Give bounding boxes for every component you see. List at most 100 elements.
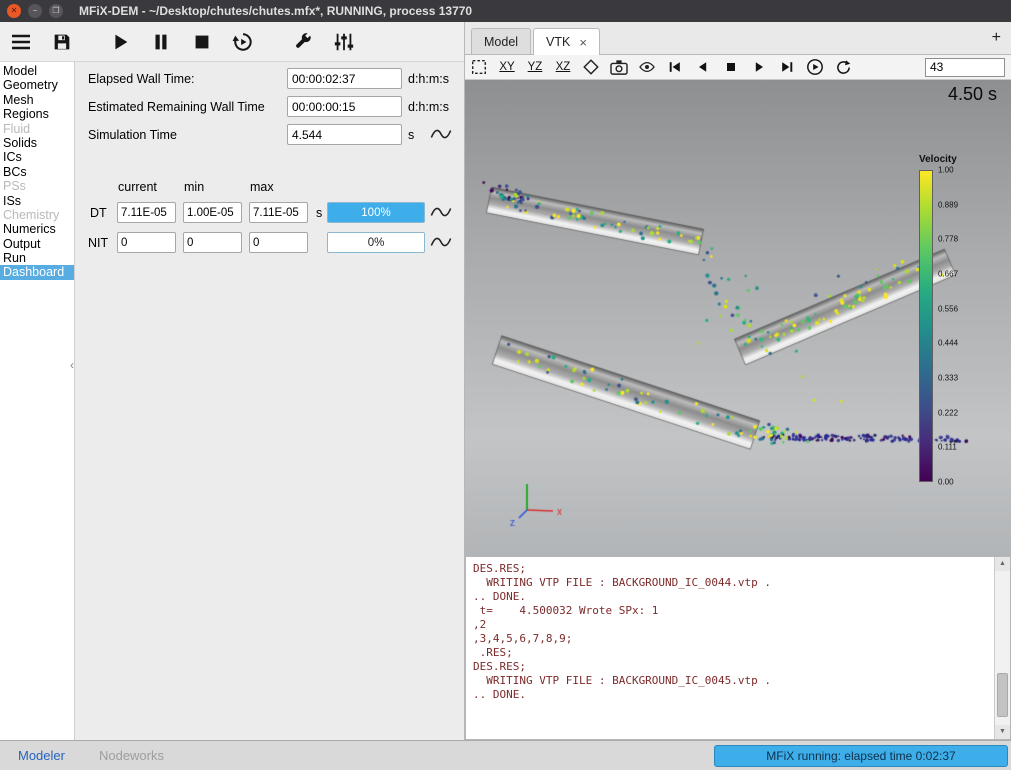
add-tab-button[interactable]: + <box>992 29 1001 47</box>
dt-row-label: DT <box>90 206 107 220</box>
parameters-button[interactable] <box>328 26 360 58</box>
refresh-button[interactable] <box>833 57 853 77</box>
sidebar-item-dashboard[interactable]: Dashboard <box>0 265 74 279</box>
elapsed-wall-time-input[interactable] <box>287 68 402 89</box>
scrollbar-thumb[interactable] <box>997 673 1008 717</box>
tab-model[interactable]: Model <box>471 28 531 54</box>
simulation-time-input[interactable] <box>287 124 402 145</box>
console-output-text: DES.RES; WRITING VTP FILE : BACKGROUND_I… <box>473 562 992 737</box>
plane-yz-button[interactable]: YZ <box>525 57 545 77</box>
settings-button[interactable] <box>287 26 319 58</box>
play-button[interactable] <box>805 57 825 77</box>
plot-icon <box>429 127 453 141</box>
sidebar-item-mesh[interactable]: Mesh <box>0 93 74 107</box>
fit-view-button[interactable] <box>469 57 489 77</box>
right-panel-tabbar: Model VTK × + <box>465 22 1011 55</box>
sidebar-item-geometry[interactable]: Geometry <box>0 78 74 92</box>
run-button[interactable] <box>104 26 136 58</box>
colorbar-gradient <box>919 170 933 482</box>
main-toolbar <box>0 22 464 62</box>
elapsed-wall-time-label: Elapsed Wall Time: <box>88 72 195 86</box>
colorbar-tick-label: 0.556 <box>938 304 958 313</box>
plane-xy-button[interactable]: XY <box>497 57 517 77</box>
sidebar-item-model[interactable]: Model <box>0 64 74 78</box>
console-panel[interactable]: DES.RES; WRITING VTP FILE : BACKGROUND_I… <box>465 556 1011 740</box>
sliders-icon <box>333 31 355 53</box>
window-close-button[interactable]: ✕ <box>7 4 21 18</box>
pause-icon <box>150 31 172 53</box>
table-header-min: min <box>184 180 204 194</box>
sidebar-item-regions[interactable]: Regions <box>0 107 74 121</box>
frame-number-input[interactable] <box>925 58 1005 77</box>
perspective-icon <box>582 58 600 76</box>
dt-unit: s <box>316 206 322 220</box>
dt-min-input[interactable] <box>183 202 242 223</box>
colorbar-tick-label: 0.333 <box>938 374 958 383</box>
sidebar-item-output[interactable]: Output <box>0 237 74 251</box>
simulation-time-unit: s <box>408 128 414 142</box>
nit-plot-button[interactable] <box>427 231 455 253</box>
stop-icon <box>191 31 213 53</box>
scroll-down-icon[interactable]: ▼ <box>995 725 1010 739</box>
colorbar-tick-label: 0.444 <box>938 339 958 348</box>
last-frame-button[interactable] <box>777 57 797 77</box>
table-header-max: max <box>250 180 274 194</box>
nodeworks-mode-button[interactable]: Nodeworks <box>93 747 170 764</box>
next-frame-button[interactable] <box>749 57 769 77</box>
save-button[interactable] <box>46 26 78 58</box>
plot-icon <box>429 235 453 249</box>
snapshot-button[interactable] <box>609 57 629 77</box>
plane-xz-button[interactable]: XZ <box>553 57 573 77</box>
colorbar-tick-label: 0.00 <box>938 478 954 487</box>
sidebar-item-bcs[interactable]: BCs <box>0 165 74 179</box>
dt-current-input[interactable] <box>117 202 176 223</box>
nit-current-input[interactable] <box>117 232 176 253</box>
simulation-time-overlay: 4.50 s <box>948 84 997 105</box>
nit-max-input[interactable] <box>249 232 308 253</box>
tab-vtk-label: VTK <box>546 30 570 54</box>
remaining-wall-time-input[interactable] <box>287 96 402 117</box>
wrench-icon <box>292 31 314 53</box>
dt-plot-button[interactable] <box>427 201 455 223</box>
run-status-progress: MFiX running: elapsed time 0:02:37 <box>714 745 1008 767</box>
sidebar-item-solids[interactable]: Solids <box>0 136 74 150</box>
modeler-mode-button[interactable]: Modeler <box>12 747 71 764</box>
prev-frame-button[interactable] <box>693 57 713 77</box>
pause-button[interactable] <box>145 26 177 58</box>
dt-progress-text: 100% <box>328 203 424 222</box>
simulation-time-plot-button[interactable] <box>427 123 455 145</box>
sidebar-item-run[interactable]: Run <box>0 251 74 265</box>
tab-vtk[interactable]: VTK × <box>533 28 600 55</box>
stop-icon <box>723 59 739 75</box>
dashboard-panel: Elapsed Wall Time: d:h:m:s Estimated Rem… <box>75 62 464 740</box>
colorbar-tick-label: 1.00 <box>938 166 954 175</box>
dt-max-input[interactable] <box>249 202 308 223</box>
colorbar-tick-label: 0.667 <box>938 270 958 279</box>
stop-button[interactable] <box>186 26 218 58</box>
console-scrollbar[interactable]: ▲ ▼ <box>994 557 1010 739</box>
first-frame-button[interactable] <box>665 57 685 77</box>
first-frame-icon <box>667 59 683 75</box>
visibility-button[interactable] <box>637 57 657 77</box>
colorbar: Velocity 1.000.8890.7780.6670.5560.4440.… <box>919 154 977 167</box>
titlebar: ✕ − ❐ MFiX-DEM - ~/Desktop/chutes/chutes… <box>0 0 1011 22</box>
scroll-up-icon[interactable]: ▲ <box>995 557 1010 571</box>
elapsed-wall-time-unit: d:h:m:s <box>408 72 449 86</box>
window-minimize-button[interactable]: − <box>28 4 42 18</box>
remaining-wall-time-label: Estimated Remaining Wall Time <box>88 100 265 114</box>
reset-button[interactable] <box>227 26 259 58</box>
perspective-button[interactable] <box>581 57 601 77</box>
stop-playback-button[interactable] <box>721 57 741 77</box>
tab-close-icon[interactable]: × <box>579 36 587 49</box>
nit-min-input[interactable] <box>183 232 242 253</box>
sidebar-item-fluid: Fluid <box>0 122 74 136</box>
sidebar-item-chemistry: Chemistry <box>0 208 74 222</box>
menu-button[interactable] <box>5 26 37 58</box>
sidebar-item-numerics[interactable]: Numerics <box>0 222 74 236</box>
colorbar-title: Velocity <box>919 154 977 165</box>
sidebar-collapse-handle[interactable]: ‹ <box>70 358 74 372</box>
window-maximize-button[interactable]: ❐ <box>49 4 63 18</box>
sidebar-item-ics[interactable]: ICs <box>0 150 74 164</box>
sidebar-item-iss[interactable]: ISs <box>0 194 74 208</box>
camera-icon <box>610 59 628 75</box>
